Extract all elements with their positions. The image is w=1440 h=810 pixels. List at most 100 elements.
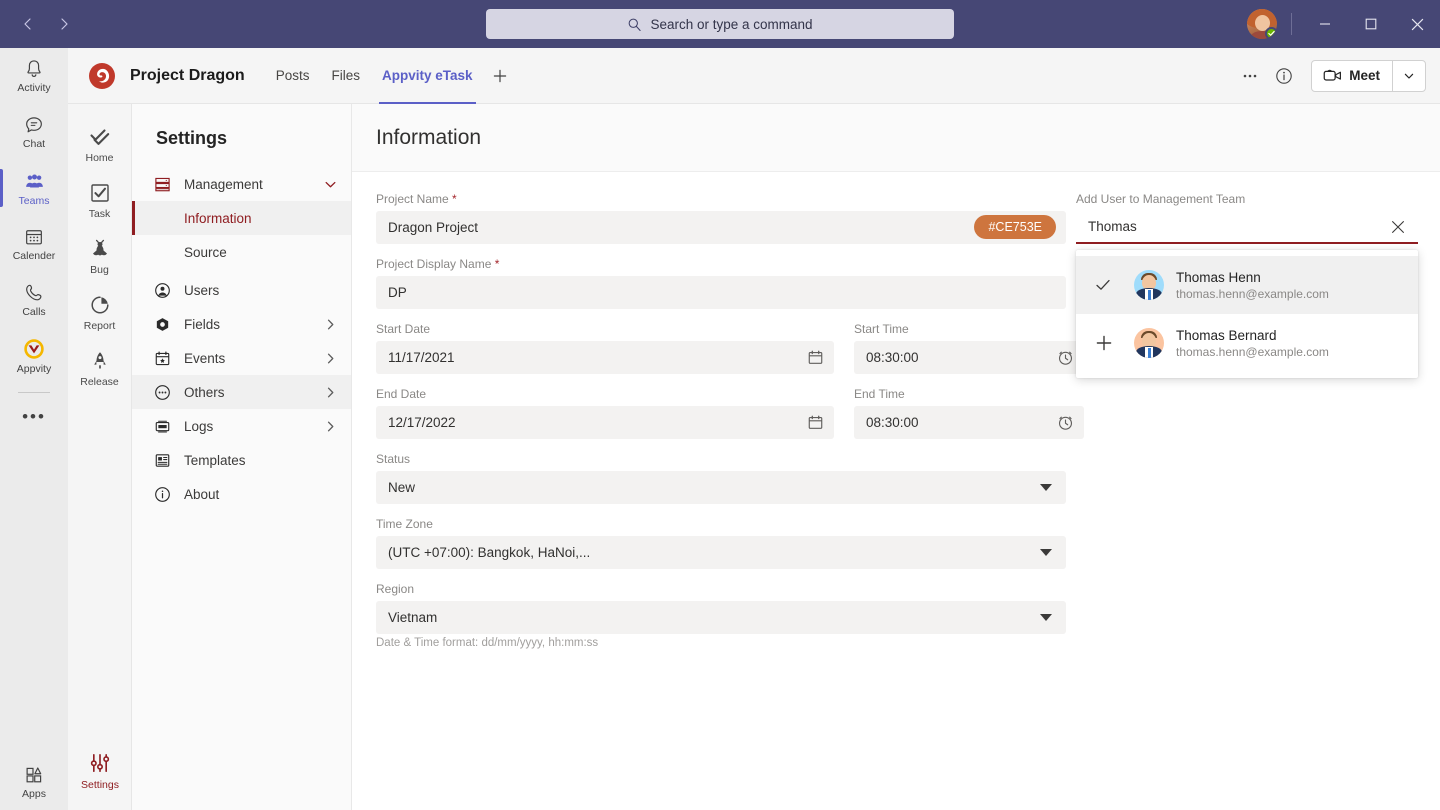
avatar[interactable] — [1247, 9, 1277, 39]
product-item-report[interactable]: Report — [68, 286, 132, 338]
product-item-task[interactable]: Task — [68, 174, 132, 226]
pie-chart-icon — [88, 293, 112, 317]
field-region: Region Vietnam Date & Time format: dd/mm… — [376, 582, 1066, 649]
calendar-icon[interactable] — [807, 414, 824, 431]
sidebar-item-label: Users — [184, 283, 219, 298]
product-item-release[interactable]: Release — [68, 342, 132, 394]
field-value: Vietnam — [388, 610, 437, 625]
required-marker: * — [495, 257, 500, 271]
hexagon-icon — [154, 316, 176, 333]
sidebar-item-about[interactable]: About — [132, 477, 351, 511]
sidebar-item-events[interactable]: Events — [132, 341, 351, 375]
start-time-input[interactable]: 08:30:00 — [854, 341, 1084, 374]
chevron-right-icon[interactable] — [324, 352, 337, 365]
back-button[interactable] — [12, 8, 44, 40]
product-item-home[interactable]: Home — [68, 118, 132, 170]
search-box[interactable]: Search or type a command — [486, 9, 954, 39]
clock-icon[interactable] — [1057, 349, 1074, 366]
rail-label: Chat — [23, 138, 45, 150]
rail-item-appvity[interactable]: Appvity — [0, 328, 68, 384]
date-time-format-hint: Date & Time format: dd/mm/yyyy, hh:mm:ss — [376, 637, 1066, 649]
rail-item-apps[interactable]: Apps — [0, 754, 68, 810]
sidebar-item-others[interactable]: Others — [132, 375, 351, 409]
maximize-button[interactable] — [1348, 0, 1394, 48]
divider — [18, 392, 50, 393]
info-circle-icon — [1275, 67, 1293, 85]
sidebar-item-users[interactable]: Users — [132, 273, 351, 307]
rail-more-button[interactable]: ••• — [0, 397, 68, 437]
template-icon — [154, 452, 176, 469]
settings-sliders-icon — [87, 750, 113, 776]
field-label: Region — [376, 582, 1066, 596]
product-label: Release — [80, 376, 119, 388]
sidebar-item-templates[interactable]: Templates — [132, 443, 351, 477]
chevron-right-icon[interactable] — [324, 386, 337, 399]
tab-appvity-etask[interactable]: Appvity eTask — [371, 48, 484, 104]
chevron-down-icon[interactable] — [1040, 484, 1052, 491]
phone-icon — [23, 282, 45, 304]
settings-title: Settings — [132, 104, 351, 167]
add-tab-button[interactable] — [484, 48, 516, 104]
info-button[interactable] — [1269, 61, 1299, 91]
sidebar-item-label: Templates — [184, 453, 246, 468]
minimize-icon — [1319, 18, 1331, 30]
field-value: DP — [388, 285, 407, 300]
close-button[interactable] — [1394, 0, 1440, 48]
field-time-zone: Time Zone (UTC +07:00): Bangkok, HaNoi,.… — [376, 517, 1066, 569]
chevron-right-icon[interactable] — [324, 420, 337, 433]
rail-item-chat[interactable]: Chat — [0, 104, 68, 160]
global-search[interactable]: Search or type a command — [486, 9, 954, 39]
chevron-down-icon[interactable] — [324, 178, 337, 191]
chevron-down-icon[interactable] — [1040, 614, 1052, 621]
calendar-star-icon — [154, 350, 176, 367]
forward-button[interactable] — [48, 8, 80, 40]
add-user-search-input[interactable]: Thomas — [1076, 211, 1418, 244]
chevron-right-icon[interactable] — [324, 318, 337, 331]
clock-icon[interactable] — [1057, 414, 1074, 431]
status-select[interactable]: New — [376, 471, 1066, 504]
product-item-bug[interactable]: Bug — [68, 230, 132, 282]
header-actions: Meet — [1235, 60, 1426, 92]
rail-item-teams[interactable]: Teams — [0, 160, 68, 216]
more-options-button[interactable] — [1235, 61, 1265, 91]
sidebar-item-logs[interactable]: Logs — [132, 409, 351, 443]
chevron-down-icon[interactable] — [1040, 549, 1052, 556]
project-color-chip[interactable]: #CE753E — [974, 215, 1056, 239]
rail-item-calls[interactable]: Calls — [0, 272, 68, 328]
sidebar-item-management[interactable]: Management — [132, 167, 351, 201]
rail-item-calender[interactable]: Calender — [0, 216, 68, 272]
search-value: Thomas — [1088, 219, 1388, 234]
end-time-input[interactable]: 08:30:00 — [854, 406, 1084, 439]
check-icon[interactable] — [1094, 276, 1134, 294]
calendar-icon[interactable] — [807, 349, 824, 366]
tab-posts[interactable]: Posts — [265, 48, 321, 104]
meet-button[interactable]: Meet — [1312, 61, 1392, 91]
start-date-input[interactable]: 11/17/2021 — [376, 341, 834, 374]
region-select[interactable]: Vietnam — [376, 601, 1066, 634]
sidebar-item-source[interactable]: Source — [132, 235, 351, 269]
rail-item-activity[interactable]: Activity — [0, 48, 68, 104]
time-zone-select[interactable]: (UTC +07:00): Bangkok, HaNoi,... — [376, 536, 1066, 569]
sidebar-item-fields[interactable]: Fields — [132, 307, 351, 341]
nav-arrows — [12, 8, 80, 40]
field-label: Status — [376, 452, 1066, 466]
project-name-input[interactable]: Dragon Project #CE753E — [376, 211, 1066, 244]
field-value: New — [388, 480, 415, 495]
end-date-input[interactable]: 12/17/2022 — [376, 406, 834, 439]
field-project-name: Project Name * Dragon Project #CE753E — [376, 192, 1066, 244]
user-info: Thomas Bernard thomas.henn@example.com — [1176, 328, 1329, 359]
field-label: End Time — [854, 387, 1084, 401]
plus-icon[interactable] — [1094, 333, 1134, 353]
product-item-settings[interactable]: Settings — [68, 744, 132, 796]
minimize-button[interactable] — [1302, 0, 1348, 48]
sidebar-item-information[interactable]: Information — [132, 201, 351, 235]
tab-files[interactable]: Files — [320, 48, 371, 104]
server-icon — [154, 176, 176, 193]
list-item[interactable]: Thomas Bernard thomas.henn@example.com — [1076, 314, 1418, 372]
list-item[interactable]: Thomas Henn thomas.henn@example.com — [1076, 256, 1418, 314]
project-display-name-input[interactable]: DP — [376, 276, 1066, 309]
clear-icon[interactable] — [1388, 217, 1408, 237]
meet-dropdown-button[interactable] — [1393, 61, 1425, 91]
field-project-display-name: Project Display Name * DP — [376, 257, 1066, 309]
product-rail-bottom: Settings — [68, 744, 132, 800]
